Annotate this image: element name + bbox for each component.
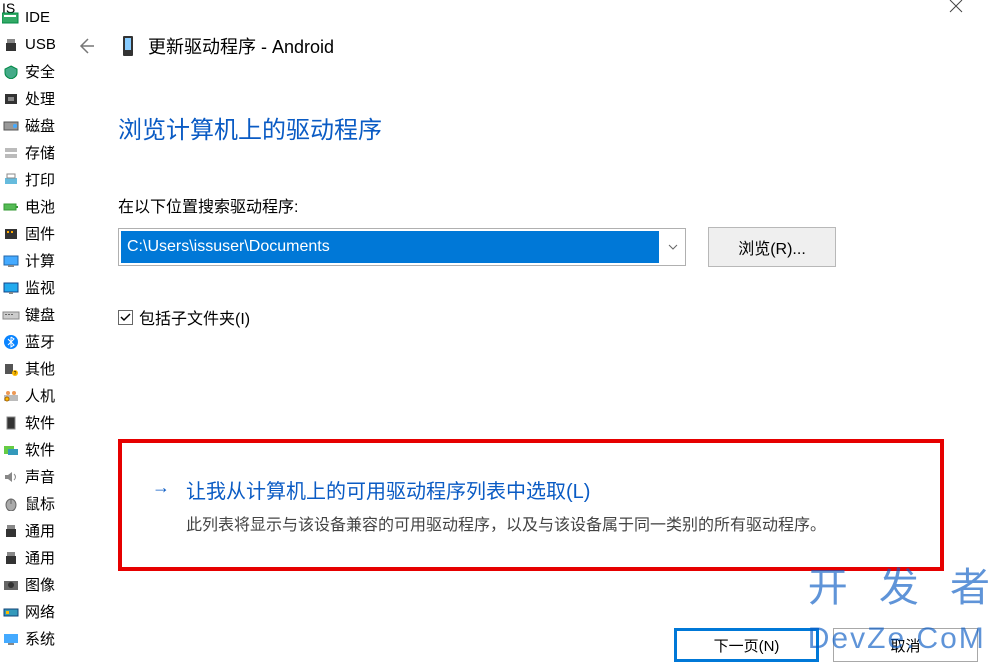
checkmark-icon: [120, 312, 131, 323]
pick-title: 让我从计算机上的可用驱动程序列表中选取(L): [186, 475, 910, 504]
update-driver-wizard: 更新驱动程序 - Android 浏览计算机上的驱动程序 在以下位置搜索驱动程序…: [62, 0, 1000, 672]
pick-from-list-option[interactable]: → 让我从计算机上的可用驱动程序列表中选取(L) 此列表将显示与该设备兼容的可用…: [152, 475, 910, 539]
sidebar-item-usb[interactable]: USB: [0, 31, 62, 58]
sidebar-item-system[interactable]: 系统: [0, 625, 62, 652]
sidebar-item-printer[interactable]: 打印: [0, 166, 62, 193]
printer-icon: [1, 171, 21, 189]
back-arrow-icon: [76, 36, 96, 56]
sidebar-item-firmware[interactable]: 固件: [0, 220, 62, 247]
cpu-icon: [1, 90, 21, 108]
sidebar-item-disk[interactable]: 磁盘: [0, 112, 62, 139]
mouse-icon: [1, 495, 21, 513]
bluetooth-icon: [1, 333, 21, 351]
storage-icon: [1, 144, 21, 162]
image-icon: [1, 576, 21, 594]
dialog-footer: 下一页(N) 取消: [62, 628, 1000, 672]
close-icon: [949, 0, 963, 13]
sidebar-item-ide[interactable]: IDE: [0, 4, 62, 31]
next-button[interactable]: 下一页(N): [674, 628, 819, 662]
include-subfolders-row[interactable]: 包括子文件夹(I): [118, 305, 944, 329]
sidebar-item-generic[interactable]: 通用: [0, 517, 62, 544]
back-button[interactable]: [70, 30, 102, 62]
usb-icon: [1, 36, 21, 54]
network-icon: [1, 603, 21, 621]
device-icon: [116, 34, 140, 58]
dialog-header: 更新驱动程序 - Android: [62, 0, 1000, 62]
other-icon: ?: [1, 360, 21, 378]
path-input[interactable]: C:\Users\issuser\Documents: [121, 231, 659, 263]
sidebar-item-generic2[interactable]: 通用: [0, 544, 62, 571]
path-combobox[interactable]: C:\Users\issuser\Documents: [118, 228, 686, 266]
device-tree-sidebar: IS IDE USB 安全 处理 磁盘 存储 打印 电池 固件 计算 监视 键盘…: [0, 0, 62, 672]
keyboard-icon: [1, 306, 21, 324]
include-subfolders-checkbox[interactable]: [118, 310, 133, 325]
dialog-title: 更新驱动程序 - Android: [148, 33, 334, 59]
firmware-icon: [1, 225, 21, 243]
software2-icon: [1, 441, 21, 459]
generic-icon: [1, 522, 21, 540]
system-icon: [1, 630, 21, 648]
sidebar-item-cpu[interactable]: 处理: [0, 85, 62, 112]
sidebar-item-hid[interactable]: 人机: [0, 382, 62, 409]
arrow-right-icon: →: [152, 475, 170, 498]
svg-text:?: ?: [14, 371, 17, 376]
sidebar-item-monitor[interactable]: 监视: [0, 274, 62, 301]
sidebar-item-sound[interactable]: 声音: [0, 463, 62, 490]
sidebar-item-software2[interactable]: 软件: [0, 436, 62, 463]
sidebar-item-security[interactable]: 安全: [0, 58, 62, 85]
sidebar-item-image[interactable]: 图像: [0, 571, 62, 598]
dialog-content: 浏览计算机上的驱动程序 在以下位置搜索驱动程序: C:\Users\issuse…: [62, 62, 1000, 571]
close-button[interactable]: [936, 0, 976, 20]
path-row: C:\Users\issuser\Documents 浏览(R)...: [118, 227, 944, 267]
pick-description: 此列表将显示与该设备兼容的可用驱动程序，以及与该设备属于同一类别的所有驱动程序。: [186, 512, 910, 539]
pick-from-list-option-highlight: → 让我从计算机上的可用驱动程序列表中选取(L) 此列表将显示与该设备兼容的可用…: [118, 439, 944, 571]
sidebar-item-bluetooth[interactable]: 蓝牙: [0, 328, 62, 355]
sidebar-item-other[interactable]: ?其他: [0, 355, 62, 382]
ide-icon: [1, 9, 21, 27]
search-label: 在以下位置搜索驱动程序:: [118, 193, 944, 217]
sidebar-item-computer[interactable]: 计算: [0, 247, 62, 274]
sidebar-item-network[interactable]: 网络: [0, 598, 62, 625]
battery-icon: [1, 198, 21, 216]
sidebar-item-software[interactable]: 软件: [0, 409, 62, 436]
section-title: 浏览计算机上的驱动程序: [118, 110, 944, 145]
include-subfolders-label: 包括子文件夹(I): [139, 305, 250, 329]
pick-texts: 让我从计算机上的可用驱动程序列表中选取(L) 此列表将显示与该设备兼容的可用驱动…: [186, 475, 910, 539]
browse-button[interactable]: 浏览(R)...: [708, 227, 836, 267]
sidebar-item-storage[interactable]: 存储: [0, 139, 62, 166]
hid-icon: [1, 387, 21, 405]
software-icon: [1, 414, 21, 432]
sidebar-item-mouse[interactable]: 鼠标: [0, 490, 62, 517]
monitor-icon: [1, 279, 21, 297]
computer-icon: [1, 252, 21, 270]
chevron-down-icon: [668, 244, 678, 250]
sidebar-item-battery[interactable]: 电池: [0, 193, 62, 220]
security-icon: [1, 63, 21, 81]
sound-icon: [1, 468, 21, 486]
cancel-button[interactable]: 取消: [833, 628, 978, 662]
disk-icon: [1, 117, 21, 135]
sidebar-item-keyboard[interactable]: 键盘: [0, 301, 62, 328]
generic2-icon: [1, 549, 21, 567]
path-dropdown-button[interactable]: [661, 228, 685, 266]
